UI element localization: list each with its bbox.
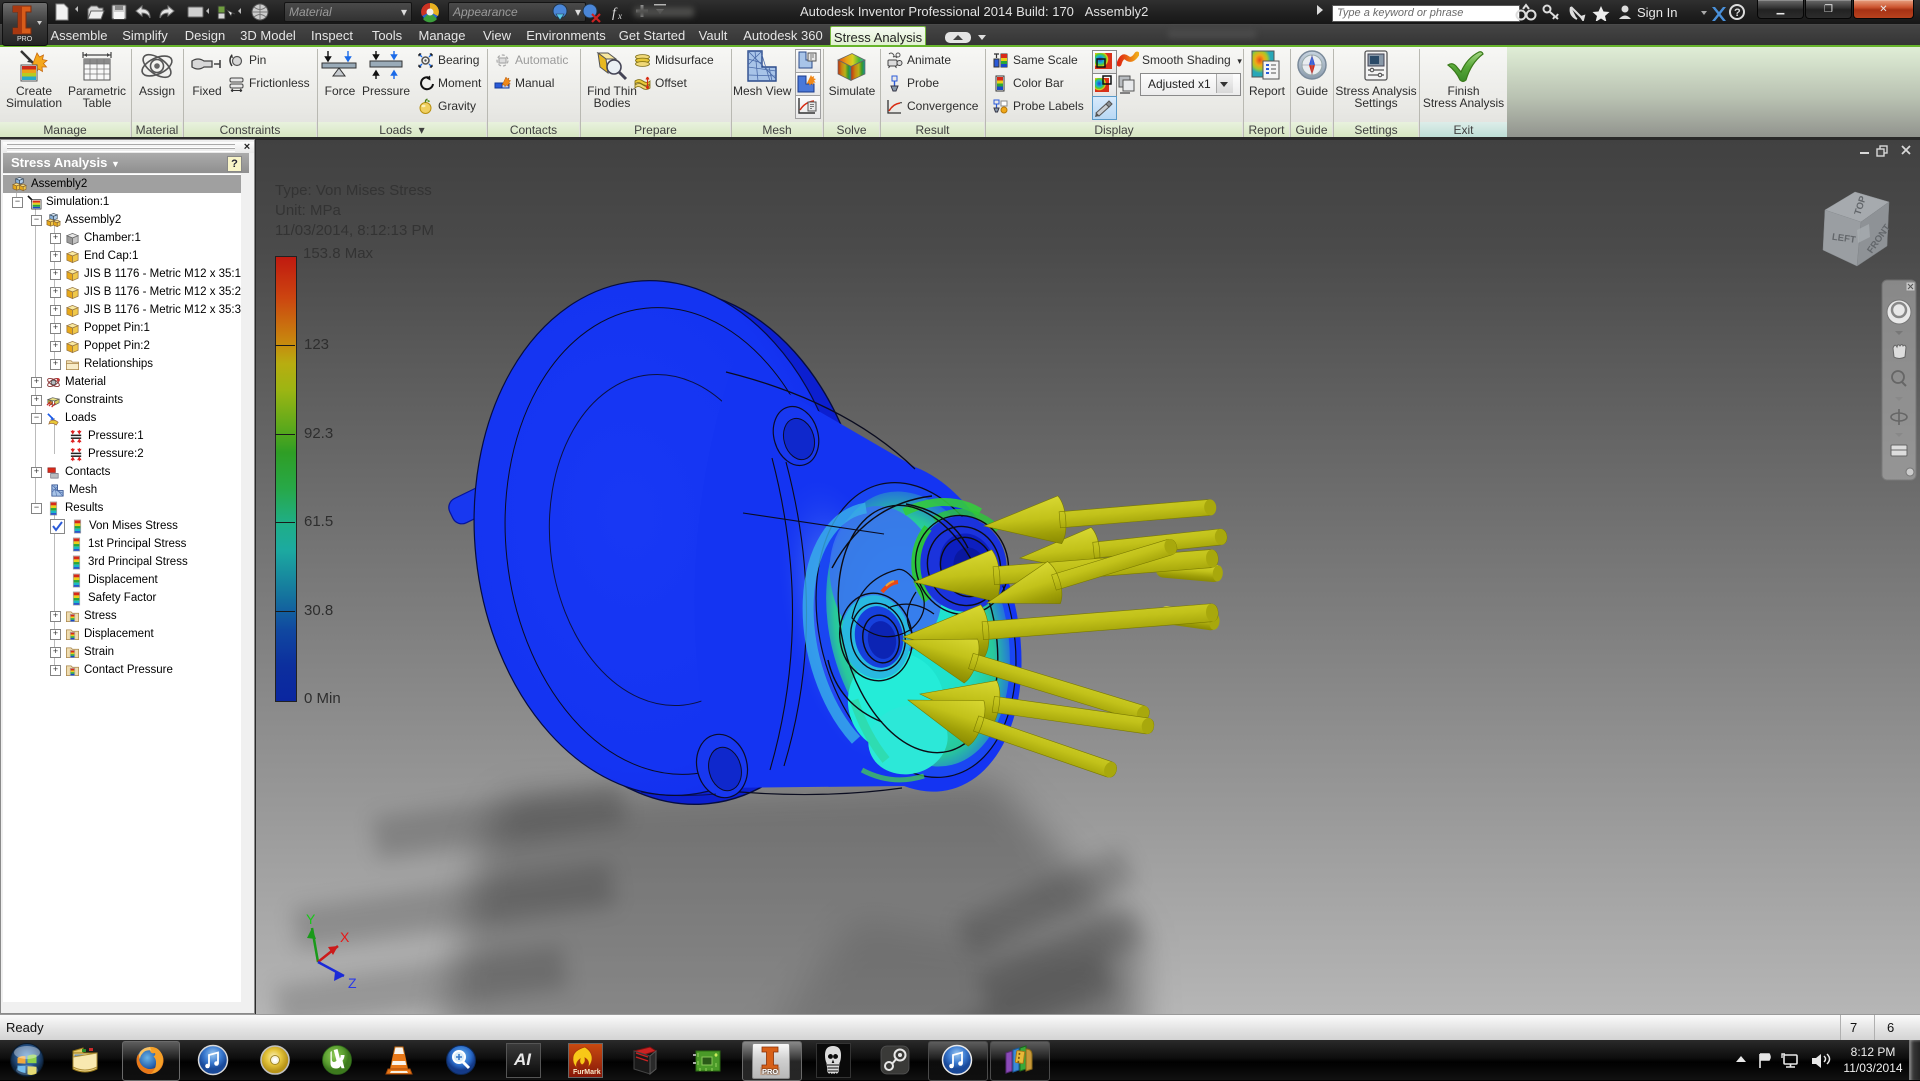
svg-text:X: X xyxy=(340,929,350,945)
svg-text:PRO: PRO xyxy=(17,36,33,43)
svg-text:Sign In: Sign In xyxy=(1637,5,1677,20)
svg-text:PRO: PRO xyxy=(762,1067,778,1076)
svg-text:x: x xyxy=(617,11,622,21)
svg-text:Y: Y xyxy=(306,911,316,927)
svg-text:?: ? xyxy=(1734,7,1741,19)
svg-text:Z: Z xyxy=(348,975,357,991)
svg-text:FurMark: FurMark xyxy=(573,1069,601,1076)
